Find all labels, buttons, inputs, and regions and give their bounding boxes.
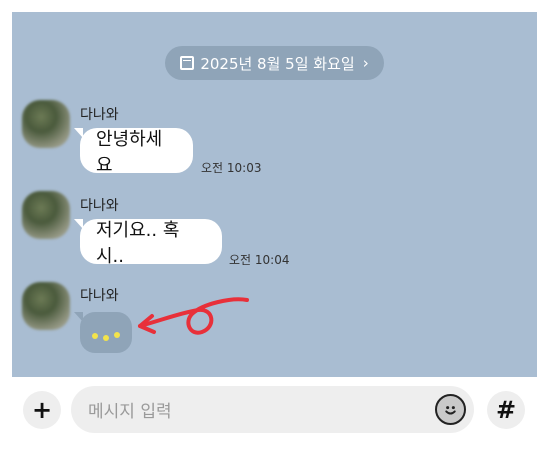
sender-name: 다나와 (80, 288, 119, 304)
date-label: 2025년 8월 5일 화요일 (200, 54, 355, 73)
message-bubble[interactable]: 저기요.. 혹시.. (80, 219, 222, 267)
avatar[interactable] (22, 282, 70, 330)
hashtag-icon[interactable]: # (487, 391, 525, 429)
message-text: 저기요.. 혹시.. (96, 219, 180, 267)
emoji-icon[interactable] (435, 394, 466, 425)
sender-name: 다나와 (80, 107, 119, 123)
message-text: 안녕하세요 (96, 128, 163, 176)
annotation-arrow (138, 297, 249, 335)
message-time: 오전 10:04 (229, 253, 290, 267)
typing-dot (114, 332, 120, 338)
typing-indicator-bubble (80, 312, 132, 353)
message-input-placeholder: 메시지 입력 (88, 402, 172, 422)
date-divider[interactable]: 2025년 8월 5일 화요일 › (165, 46, 384, 80)
sender-name: 다나와 (80, 198, 119, 214)
calendar-icon (180, 56, 195, 70)
message-time: 오전 10:03 (201, 161, 262, 175)
message-input[interactable]: 메시지 입력 (71, 386, 474, 433)
chevron-right-icon: › (362, 54, 369, 72)
typing-dot (92, 333, 98, 339)
avatar[interactable] (22, 191, 70, 239)
avatar[interactable] (22, 100, 70, 148)
chat-area: 2025년 8월 5일 화요일 › 다나와 안녕하세요 오전 10:03 다나와… (12, 12, 537, 377)
message-bubble[interactable]: 안녕하세요 (80, 128, 193, 176)
input-bar: + 메시지 입력 # (0, 377, 549, 474)
typing-dot (103, 335, 109, 341)
plus-icon[interactable]: + (23, 391, 61, 429)
